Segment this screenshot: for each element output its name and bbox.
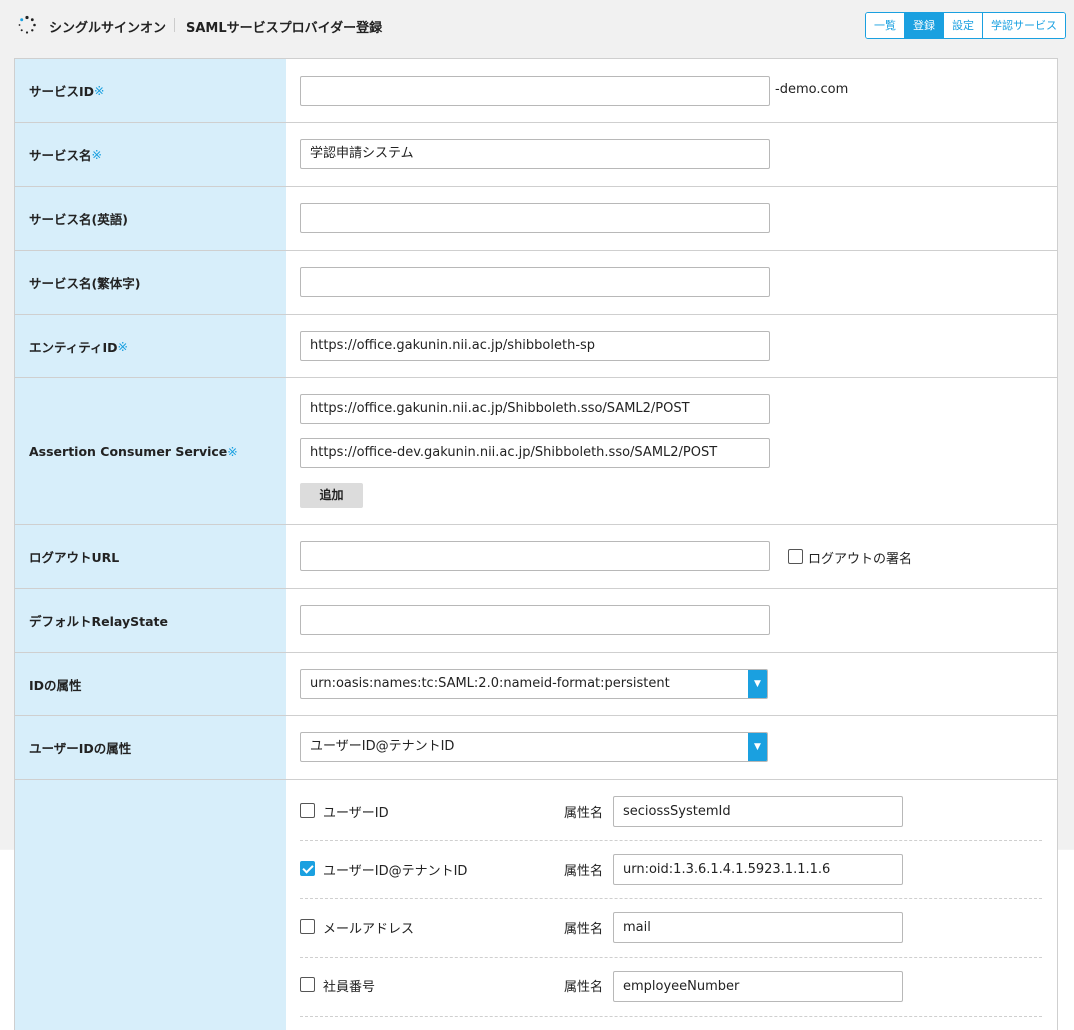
attribute-list: ユーザーID 属性名 seciossSystemId ユーザーID@テナントID… [286, 780, 1057, 1030]
app-title: シングルサインオン [49, 21, 167, 36]
divider [300, 840, 1042, 841]
label-service-id: サービスID ※ [15, 59, 286, 122]
label-text: サービス名(繁体字) [29, 276, 141, 291]
label-text: サービスID [29, 84, 95, 99]
add-acs-button[interactable]: 追加 [300, 483, 363, 508]
title-divider [174, 18, 175, 32]
required-mark: ※ [94, 83, 105, 98]
attr-name-input-user-id-tenant[interactable]: urn:oid:1.3.6.1.4.1.5923.1.1.1.6 [613, 854, 903, 885]
label-text: ユーザーIDの属性 [29, 741, 132, 756]
attr-checkbox-employee-number[interactable] [300, 977, 315, 992]
relay-state-input[interactable] [300, 605, 770, 635]
label-text: ログアウトURL [29, 550, 120, 565]
spinner-logo-icon [18, 15, 36, 34]
label-text: サービス名(英語) [29, 212, 128, 227]
required-mark: ※ [227, 443, 238, 459]
logout-sign-checkbox[interactable] [788, 549, 803, 564]
field-area [286, 251, 1057, 314]
required-mark: ※ [117, 338, 129, 354]
label-service-name-en: サービス名(英語) [15, 187, 286, 250]
field-area: 学認申請システム [286, 123, 1057, 186]
attr-checkbox-user-id[interactable] [300, 803, 315, 818]
acs-url-input-2[interactable]: https://office-dev.gakunin.nii.ac.jp/Shi… [300, 438, 770, 468]
row-service-id: サービスID ※ -demo.com [15, 59, 1057, 123]
logout-url-input[interactable] [300, 541, 770, 571]
attr-label-user-id: ユーザーID [323, 806, 389, 821]
attr-label-mail: メールアドレス [323, 922, 415, 937]
field-area: https://office.gakunin.nii.ac.jp/shibbol… [286, 315, 1057, 377]
field-area: https://office.gakunin.nii.ac.jp/Shibbol… [286, 378, 1057, 524]
tab-register[interactable]: 登録 [905, 13, 944, 38]
attr-label-user-id-tenant: ユーザーID@テナントID [323, 864, 468, 879]
divider [300, 898, 1042, 899]
divider [300, 1016, 1042, 1017]
page-title: SAMLサービスプロバイダー登録 [186, 21, 383, 36]
row-service-name-en: サービス名(英語) [15, 187, 1057, 251]
divider [300, 957, 1042, 958]
field-area: urn:oasis:names:tc:SAML:2.0:nameid-forma… [286, 653, 1057, 715]
tab-group: 一覧 登録 設定 学認サービス [865, 12, 1066, 39]
row-service-name-tw: サービス名(繁体字) [15, 251, 1057, 315]
user-id-attr-select[interactable]: ユーザーID@テナントID ▼ [300, 732, 768, 762]
label-text: IDの属性 [29, 677, 82, 693]
row-attributes: ユーザーID 属性名 seciossSystemId ユーザーID@テナントID… [15, 780, 1057, 1030]
attr-name-label: 属性名 [564, 922, 604, 937]
field-area [286, 187, 1057, 250]
tab-gakunin-services[interactable]: 学認サービス [983, 13, 1065, 38]
attr-name-input-user-id[interactable]: seciossSystemId [613, 796, 903, 827]
tab-settings[interactable]: 設定 [944, 13, 983, 38]
field-area: ログアウトの署名 [286, 525, 1057, 588]
label-service-name-tw: サービス名(繁体字) [15, 251, 286, 314]
attr-checkbox-user-id-tenant[interactable] [300, 861, 315, 876]
sp-registration-form: サービスID ※ -demo.com サービス名 ※ 学認申請システム サービス名(… [14, 58, 1058, 1030]
label-text: デフォルトRelayState [29, 614, 168, 629]
attr-name-label: 属性名 [564, 864, 604, 879]
service-name-tw-input[interactable] [300, 267, 770, 297]
label-id-attr: IDの属性 [15, 653, 286, 715]
label-acs: Assertion Consumer Service ※ [15, 378, 286, 524]
user-id-attr-selected-value: ユーザーID@テナントID [310, 739, 455, 754]
row-acs: Assertion Consumer Service ※ https://offi… [15, 378, 1057, 525]
chevron-down-icon[interactable]: ▼ [748, 670, 767, 698]
label-text: Assertion Consumer Service [29, 443, 228, 459]
chevron-down-icon[interactable]: ▼ [748, 733, 767, 761]
service-name-input[interactable]: 学認申請システム [300, 139, 770, 169]
entity-id-input[interactable]: https://office.gakunin.nii.ac.jp/shibbol… [300, 331, 770, 361]
attr-name-label: 属性名 [564, 806, 604, 821]
field-area: ユーザーID@テナントID ▼ [286, 716, 1057, 779]
label-service-name: サービス名 ※ [15, 123, 286, 186]
label-text: エンティティID [29, 339, 118, 355]
row-service-name: サービス名 ※ 学認申請システム [15, 123, 1057, 187]
attr-name-label: 属性名 [564, 980, 604, 995]
label-attributes [15, 780, 286, 1030]
label-user-id-attr: ユーザーIDの属性 [15, 716, 286, 779]
acs-url-input-1[interactable]: https://office.gakunin.nii.ac.jp/Shibbol… [300, 394, 770, 424]
row-logout-url: ログアウトURL ログアウトの署名 [15, 525, 1057, 589]
row-entity-id: エンティティID ※ https://office.gakunin.nii.ac.… [15, 315, 1057, 378]
service-id-input[interactable] [300, 76, 770, 106]
id-attr-selected-value: urn:oasis:names:tc:SAML:2.0:nameid-forma… [310, 676, 670, 691]
header-bar: シングルサインオン SAMLサービスプロバイダー登録 一覧 登録 設定 学認サー… [0, 0, 1074, 50]
service-name-en-input[interactable] [300, 203, 770, 233]
service-id-suffix: -demo.com [775, 82, 849, 97]
tab-list[interactable]: 一覧 [866, 13, 905, 38]
attr-checkbox-mail[interactable] [300, 919, 315, 934]
id-attr-select[interactable]: urn:oasis:names:tc:SAML:2.0:nameid-forma… [300, 669, 768, 699]
required-mark: ※ [91, 147, 102, 162]
field-area [286, 589, 1057, 652]
label-relay-state: デフォルトRelayState [15, 589, 286, 652]
field-area: -demo.com [286, 59, 1057, 122]
label-entity-id: エンティティID ※ [15, 315, 286, 377]
row-user-id-attr: ユーザーIDの属性 ユーザーID@テナントID ▼ [15, 716, 1057, 780]
row-id-attr: IDの属性 urn:oasis:names:tc:SAML:2.0:nameid… [15, 653, 1057, 716]
logout-sign-label: ログアウトの署名 [808, 552, 913, 567]
attr-name-input-mail[interactable]: mail [613, 912, 903, 943]
label-text: サービス名 [29, 148, 92, 163]
label-logout-url: ログアウトURL [15, 525, 286, 588]
attr-name-input-employee-number[interactable]: employeeNumber [613, 971, 903, 1002]
attr-label-employee-number: 社員番号 [323, 980, 376, 995]
row-relay-state: デフォルトRelayState [15, 589, 1057, 653]
